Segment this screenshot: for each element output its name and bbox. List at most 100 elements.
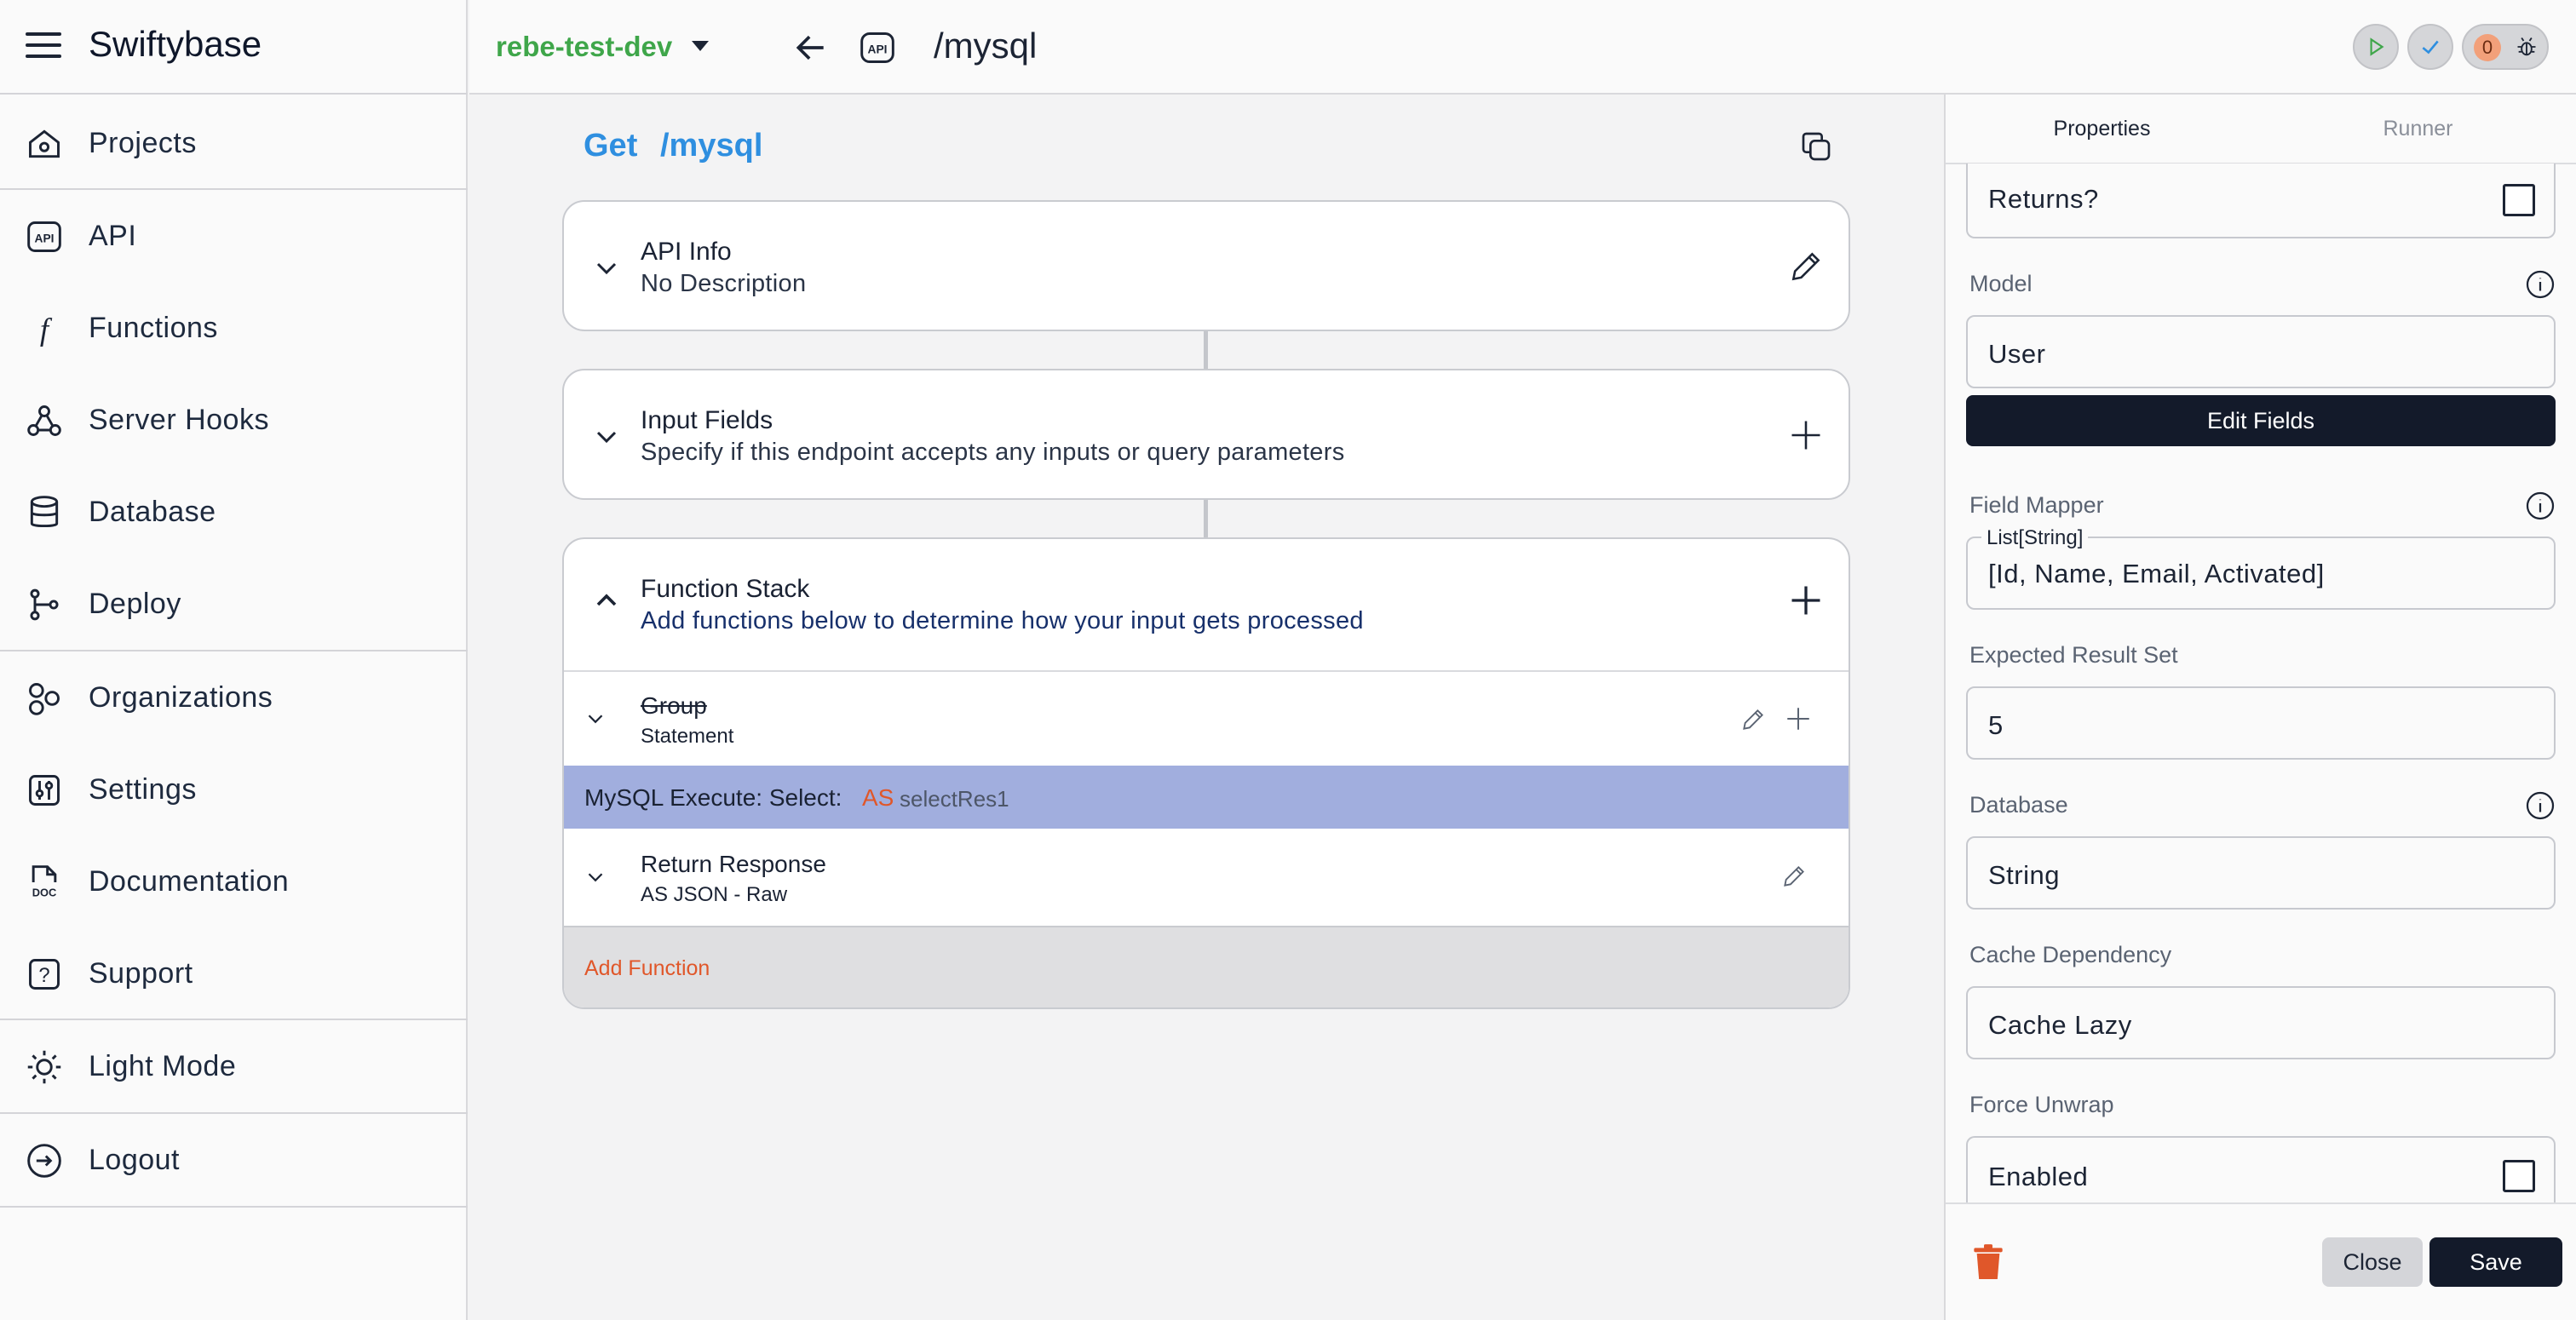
field-value: Cache Lazy	[1988, 1010, 2132, 1040]
run-button[interactable]	[2353, 24, 2399, 70]
function-row-group[interactable]: Group Statement	[564, 670, 1849, 766]
sidebar-item-label: Support	[89, 957, 193, 990]
field-value: [Id, Name, Email, Activated]	[1988, 559, 2325, 588]
git-branch-icon	[30, 588, 59, 621]
add-function-row[interactable]: Add Function	[564, 926, 1849, 1007]
question-icon: ?	[29, 959, 60, 990]
sidebar-item-organizations[interactable]: Organizations	[0, 651, 468, 743]
sidebar-item-support[interactable]: ? Support	[0, 927, 468, 1019]
svg-text:f: f	[40, 312, 53, 347]
sidebar-item-label: Organizations	[89, 681, 273, 714]
close-button[interactable]: Close	[2322, 1237, 2423, 1287]
svg-text:API: API	[35, 232, 55, 244]
returns-checkbox-field[interactable]: Returns?	[1966, 164, 2556, 238]
caret-down-icon[interactable]	[692, 41, 709, 51]
as-keyword: AS	[862, 784, 894, 811]
database-field[interactable]: String	[1966, 836, 2556, 910]
svg-text:API: API	[868, 43, 888, 55]
svg-text:?: ?	[38, 964, 49, 987]
function-title: MySQL Execute: Select:	[584, 784, 842, 811]
add-function-link[interactable]: Add Function	[584, 956, 710, 981]
field-type-legend: List[String]	[1981, 526, 2089, 550]
tab-properties[interactable]: Properties	[1944, 95, 2260, 163]
chevron-down-icon[interactable]	[583, 864, 608, 890]
info-icon[interactable]	[2525, 491, 2556, 521]
sidebar-item-label: Light Mode	[89, 1050, 237, 1082]
function-row-mysql-execute[interactable]: MySQL Execute: Select: AS selectRes1	[564, 766, 1849, 829]
field-value: Enabled	[1988, 1162, 2089, 1191]
sidebar-item-projects[interactable]: Projects	[0, 96, 468, 188]
sidebar-item-documentation[interactable]: DOC Documentation	[0, 835, 468, 927]
endpoint-method: Get	[584, 128, 638, 164]
sidebar-item-light-mode[interactable]: Light Mode	[0, 1019, 468, 1111]
divider	[0, 1206, 468, 1208]
plus-icon[interactable]	[1787, 582, 1825, 619]
field-label: Model	[1969, 271, 2033, 296]
api-icon: API	[27, 221, 61, 252]
field-value: User	[1988, 339, 2046, 369]
edit-pencil-icon[interactable]	[1739, 706, 1767, 733]
sidebar-item-label: API	[89, 220, 137, 252]
logout-icon	[27, 1144, 61, 1178]
plus-icon[interactable]	[1784, 704, 1813, 733]
sidebar-item-label: Logout	[89, 1144, 180, 1176]
api-info-card[interactable]: API Info No Description	[562, 200, 1850, 331]
hamburger-menu-icon[interactable]	[26, 32, 61, 61]
input-fields-card[interactable]: Input Fields Specify if this endpoint ac…	[562, 369, 1850, 500]
field-value: 5	[1988, 710, 2004, 740]
cache-dependency-field[interactable]: Cache Lazy	[1966, 986, 2556, 1059]
home-icon	[29, 129, 60, 158]
expected-result-field[interactable]: 5	[1966, 686, 2556, 760]
field-value: Returns?	[1988, 184, 2099, 214]
force-unwrap-field[interactable]: Enabled	[1966, 1136, 2556, 1202]
plus-icon[interactable]	[1787, 416, 1825, 454]
svg-text:DOC: DOC	[32, 887, 57, 899]
play-icon	[2370, 37, 2384, 56]
tab-runner[interactable]: Runner	[2260, 95, 2576, 163]
top-bar	[469, 0, 2576, 95]
chevron-down-icon[interactable]	[589, 251, 624, 285]
sidebar-item-label: Database	[89, 496, 216, 528]
function-row-return-response[interactable]: Return Response AS JSON - Raw	[564, 829, 1849, 926]
validate-button[interactable]	[2407, 24, 2453, 70]
project-selector[interactable]: rebe-test-dev	[496, 31, 672, 63]
info-icon[interactable]	[2525, 790, 2556, 821]
force-unwrap-checkbox[interactable]	[2503, 1160, 2535, 1192]
error-count-badge: 0	[2474, 34, 2501, 61]
info-icon[interactable]	[2525, 269, 2556, 300]
field-label: Expected Result Set	[1969, 642, 2178, 668]
sidebar-item-settings[interactable]: Settings	[0, 743, 468, 835]
chevron-up-icon[interactable]	[589, 583, 624, 617]
chevron-down-icon[interactable]	[589, 420, 624, 454]
card-subtitle: Add functions below to determine how you…	[641, 607, 1364, 634]
function-stack-card: Function Stack Add functions below to de…	[562, 537, 1850, 1009]
sidebar-item-deploy[interactable]: Deploy	[0, 557, 468, 649]
edit-pencil-icon[interactable]	[1780, 863, 1808, 890]
function-title: Group	[641, 692, 707, 719]
sidebar-item-logout[interactable]: Logout	[0, 1113, 468, 1205]
sidebar-item-api[interactable]: API API	[0, 189, 468, 281]
returns-checkbox[interactable]	[2503, 184, 2535, 216]
edit-pencil-icon[interactable]	[1787, 248, 1825, 285]
sidebar-item-functions[interactable]: f Functions	[0, 281, 468, 373]
output-variable: selectRes1	[900, 786, 1009, 812]
model-field[interactable]: User	[1966, 315, 2556, 388]
function-subtitle: Statement	[641, 725, 734, 748]
edit-fields-button[interactable]: Edit Fields	[1966, 395, 2556, 446]
doc-file-icon: DOC	[32, 865, 57, 899]
field-label: Field Mapper	[1969, 492, 2104, 518]
card-subtitle: Specify if this endpoint accepts any inp…	[641, 439, 1345, 466]
field-label: Database	[1969, 792, 2068, 818]
chevron-down-icon[interactable]	[583, 706, 608, 732]
field-label: Cache Dependency	[1969, 942, 2172, 967]
sidebar-item-server-hooks[interactable]: Server Hooks	[0, 373, 468, 465]
api-icon: API	[860, 32, 894, 63]
check-icon	[2422, 40, 2439, 55]
back-arrow-icon[interactable]	[792, 29, 830, 66]
sidebar-item-database[interactable]: Database	[0, 465, 468, 557]
sidebar-item-label: Server Hooks	[89, 404, 269, 436]
save-button[interactable]: Save	[2429, 1237, 2562, 1287]
copy-icon[interactable]	[1799, 129, 1833, 164]
trash-icon[interactable]	[1971, 1243, 2005, 1281]
sidebar-item-label: Documentation	[89, 865, 290, 898]
